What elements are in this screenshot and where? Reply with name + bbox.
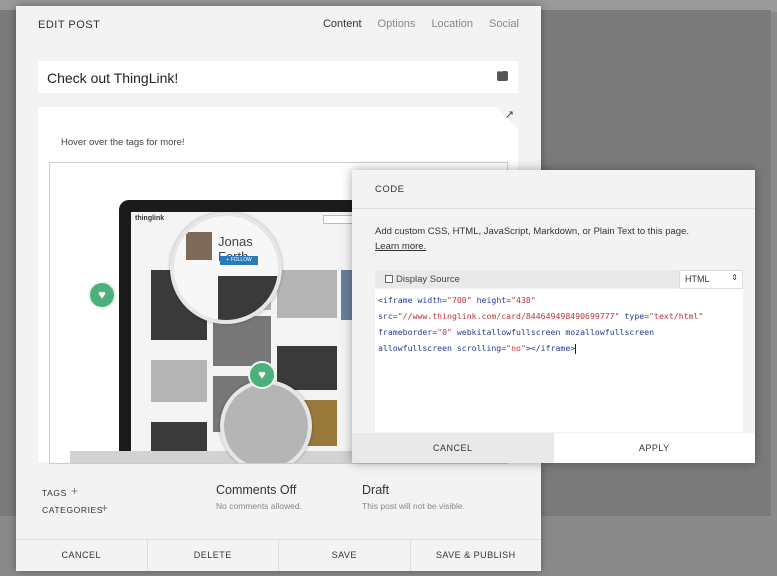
code-line: frameborder="0" webkitallowfullscreen mo… <box>378 327 655 337</box>
profile-magnifier: Jonas Forth + FOLLOW <box>170 212 282 324</box>
expand-arrow-icon[interactable]: ↗ <box>505 108 514 121</box>
display-source-checkbox[interactable] <box>385 275 393 283</box>
comments-status-sub: No comments allowed. <box>216 501 302 511</box>
code-line: <iframe width="700" height="438" <box>378 295 536 305</box>
delete-button[interactable]: DELETE <box>148 540 279 571</box>
photo-magnifier <box>220 380 312 463</box>
save-publish-button[interactable]: SAVE & PUBLISH <box>411 540 542 571</box>
code-editor-toolbar: Display Source HTML ⇕ <box>375 270 743 289</box>
code-textarea[interactable]: <iframe width="700" height="438" src="//… <box>375 289 743 432</box>
code-dialog-footer: CANCEL APPLY <box>352 433 755 463</box>
post-status[interactable]: Draft <box>362 483 389 497</box>
tab-options[interactable]: Options <box>378 18 416 30</box>
text-cursor <box>575 343 577 354</box>
code-editor: Display Source HTML ⇕ <iframe width="700… <box>375 270 743 432</box>
avatar <box>186 232 212 260</box>
photo-thumbnail <box>224 384 308 463</box>
edit-post-footer: CANCEL DELETE SAVE SAVE & PUBLISH <box>16 539 541 571</box>
language-select[interactable]: HTML ⇕ <box>679 270 743 289</box>
post-status-sub: This post will not be visible. <box>362 501 465 511</box>
apply-button[interactable]: APPLY <box>553 433 755 463</box>
tab-location[interactable]: Location <box>431 18 473 30</box>
code-dialog-header: CODE <box>352 170 755 209</box>
select-arrows-icon: ⇕ <box>731 273 738 282</box>
code-line: allowfullscreen scrolling="no"></iframe> <box>378 343 577 354</box>
learn-more-link[interactable]: Learn more. <box>375 241 426 252</box>
edit-post-title: EDIT POST <box>38 19 101 31</box>
display-source-label[interactable]: Display Source <box>396 274 460 285</box>
edit-post-header: EDIT POST Content Options Location Socia… <box>16 6 541 46</box>
text-options-icon[interactable] <box>497 68 508 81</box>
plus-icon[interactable]: + <box>101 501 108 515</box>
tab-content[interactable]: Content <box>323 18 362 30</box>
code-cancel-button[interactable]: CANCEL <box>352 433 554 463</box>
code-dialog-title: CODE <box>375 184 405 195</box>
plus-icon[interactable]: + <box>71 484 78 498</box>
code-dialog-description: Add custom CSS, HTML, JavaScript, Markdo… <box>375 226 689 237</box>
post-title-field[interactable]: Check out ThingLink! <box>38 61 518 93</box>
save-button[interactable]: SAVE <box>279 540 411 571</box>
edit-post-tabs: Content Options Location Social <box>323 18 519 30</box>
comments-status[interactable]: Comments Off <box>216 483 296 497</box>
tags-label: TAGS <box>42 488 67 498</box>
thinglink-logo: thinglink <box>135 215 165 222</box>
hover-instruction-text: Hover over the tags for more! <box>61 137 185 148</box>
code-line: src="//www.thinglink.com/card/8446494984… <box>378 311 704 321</box>
photo-thumbnail <box>277 270 337 318</box>
cancel-button[interactable]: CANCEL <box>16 540 148 571</box>
code-dialog: CODE Add custom CSS, HTML, JavaScript, M… <box>352 170 755 463</box>
language-select-value: HTML <box>685 274 710 284</box>
heart-icon[interactable]: ♥ <box>248 361 276 389</box>
follow-button[interactable]: + FOLLOW <box>220 256 258 265</box>
photo-thumbnail <box>151 422 207 452</box>
categories-label: CATEGORIES <box>42 505 104 515</box>
tab-social[interactable]: Social <box>489 18 519 30</box>
photo-thumbnail <box>218 276 278 320</box>
post-title-text[interactable]: Check out ThingLink! <box>47 70 178 86</box>
heart-icon[interactable]: ♥ <box>88 281 116 309</box>
photo-thumbnail <box>151 360 207 402</box>
